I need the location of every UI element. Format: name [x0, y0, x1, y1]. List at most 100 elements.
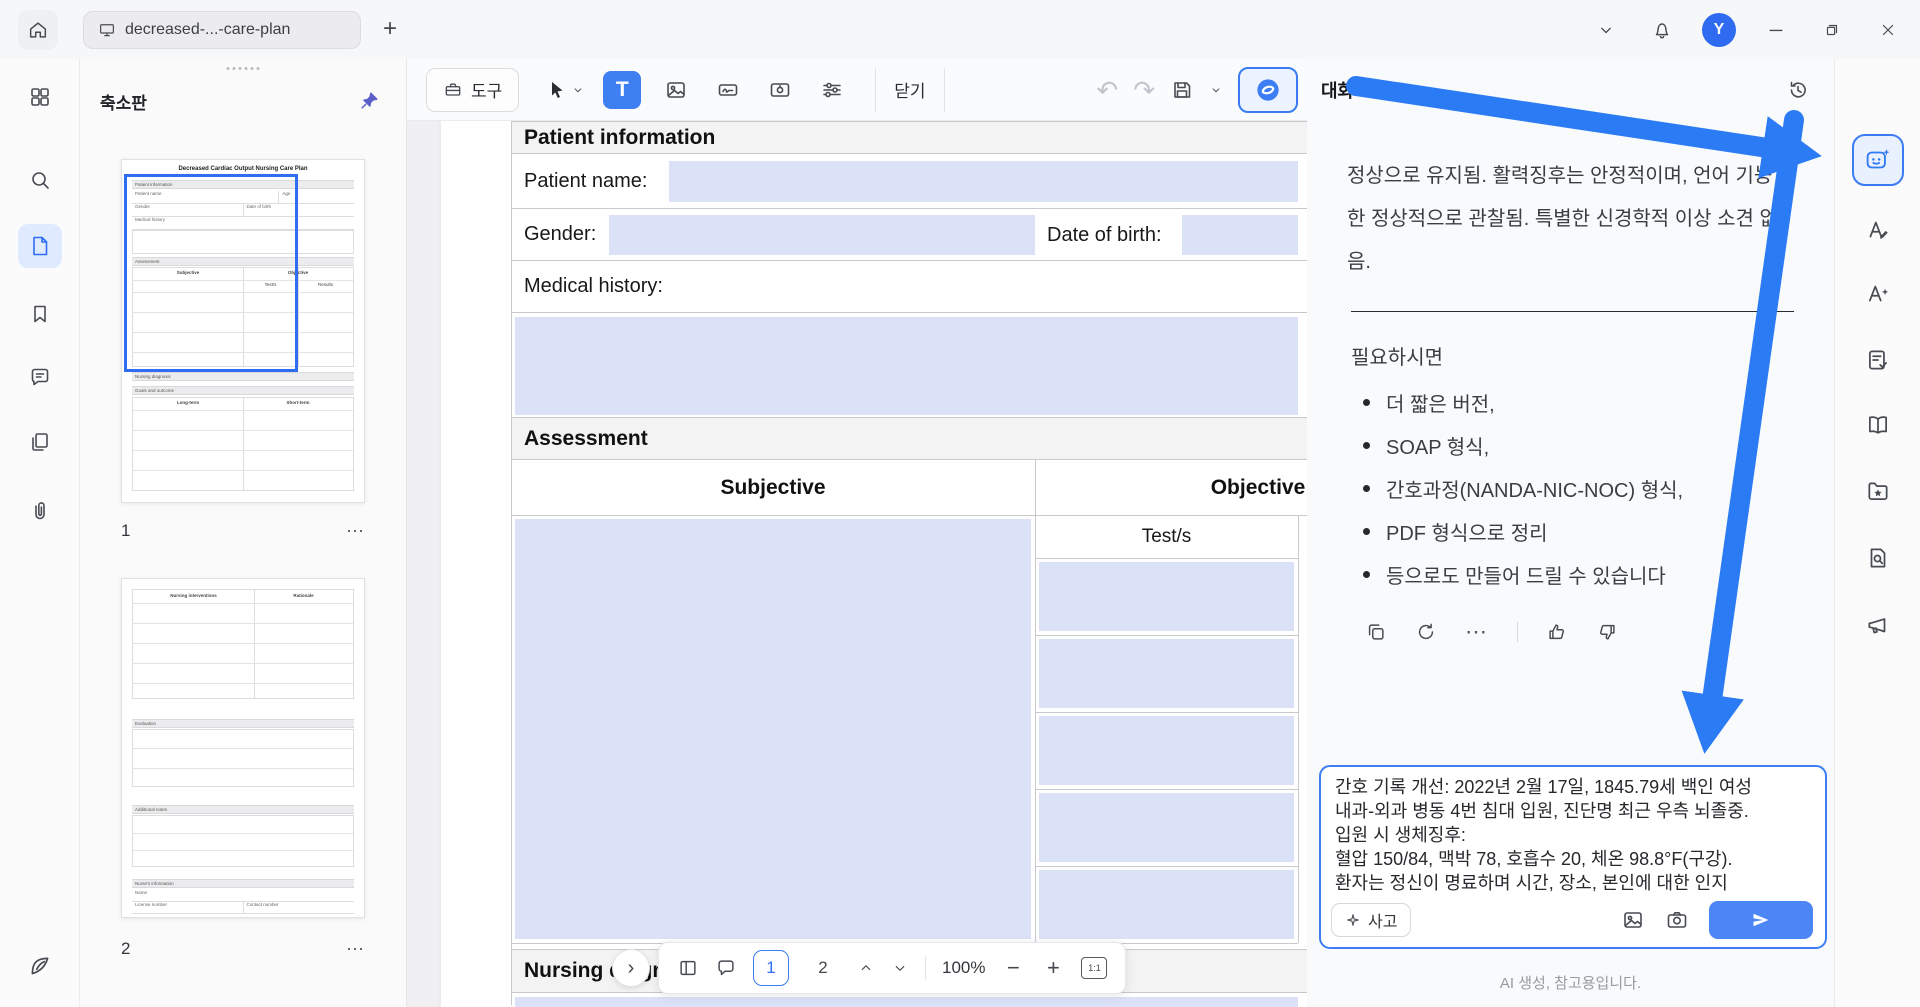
right-sidebar	[1834, 59, 1920, 1007]
more-actions-button[interactable]: ⋯	[1465, 621, 1489, 643]
page-1-button[interactable]: 1	[753, 950, 789, 986]
subjective-field[interactable]	[515, 519, 1031, 939]
save-button[interactable]	[1170, 78, 1194, 102]
patient-name-field[interactable]	[669, 161, 1298, 202]
medical-history-label: Medical history:	[524, 275, 663, 297]
ai-assistant-button[interactable]	[1238, 67, 1298, 113]
expand-toolbar-button[interactable]: ›	[612, 949, 650, 987]
bullet-dot	[1363, 528, 1370, 535]
redo-button[interactable]: ↷	[1133, 77, 1155, 103]
test-field-3[interactable]	[1039, 716, 1294, 785]
image-tool-icon	[664, 78, 688, 102]
next-page-button[interactable]	[891, 959, 909, 977]
dob-field[interactable]	[1182, 215, 1298, 255]
save-menu-button[interactable]	[1209, 83, 1223, 97]
sidebar-item-ai-form[interactable]	[1856, 338, 1900, 382]
monitor-icon	[98, 21, 116, 39]
close-window-button[interactable]	[1872, 14, 1904, 46]
test-field-5[interactable]	[1039, 870, 1294, 939]
copy-button[interactable]	[1365, 621, 1387, 643]
search-icon	[28, 168, 52, 192]
sidebar-item-reader[interactable]	[1856, 403, 1900, 447]
zoom-in-button[interactable]: +	[1041, 955, 1065, 981]
sidebar-item-thumbnails[interactable]	[18, 224, 62, 268]
sidebar-item-ai-files[interactable]	[1856, 469, 1900, 513]
ai-prompt-input[interactable]: 간호 기록 개선: 2022년 2월 17일, 1845.79세 백인 여성 내…	[1335, 775, 1815, 897]
actual-size-button[interactable]: 1:1	[1081, 957, 1108, 979]
user-avatar[interactable]: Y	[1702, 12, 1736, 47]
thumb2-mini-field	[132, 729, 354, 787]
stamp-tool-icon	[768, 78, 792, 102]
document-tab[interactable]: decreased-...-care-plan	[83, 11, 361, 49]
sidebar-item-ai-chat[interactable]	[1851, 134, 1904, 186]
undo-button[interactable]: ↶	[1096, 77, 1118, 103]
signature-tool-button[interactable]	[711, 73, 745, 107]
maximize-button[interactable]	[1816, 14, 1848, 46]
panel-drag-handle[interactable]	[226, 67, 260, 70]
app-logo-button[interactable]	[18, 944, 62, 988]
editor-toolbar: 도구 T 닫기 ↶ ↷	[407, 59, 1307, 121]
medical-history-field[interactable]	[515, 317, 1298, 415]
screenshot-button[interactable]	[1665, 908, 1689, 932]
panel-toggle-button[interactable]	[677, 957, 699, 979]
previous-page-button[interactable]	[857, 959, 875, 977]
thumbnail-viewport-indicator[interactable]	[124, 174, 298, 372]
ai-translate-icon	[1865, 216, 1891, 242]
page-thumbnail-2[interactable]: Nursing interventions Rationale Evaluati…	[121, 578, 365, 918]
new-tab-button[interactable]: +	[374, 13, 406, 45]
window-menu-button[interactable]	[1590, 14, 1622, 46]
grid-icon	[28, 85, 52, 109]
close-editing-button[interactable]: 닫기	[875, 67, 945, 112]
sidebar-item-ai-proofread[interactable]	[1856, 271, 1900, 315]
ai-swirl-icon	[1253, 75, 1283, 105]
bookmark-icon	[28, 302, 52, 326]
thumb1-mini-label: Nursing diagnosis	[132, 372, 354, 381]
zoom-out-button[interactable]: −	[1001, 955, 1025, 981]
page-comment-button[interactable]	[715, 957, 737, 979]
sidebar-item-bookmarks[interactable]	[18, 292, 62, 336]
stamp-tool-button[interactable]	[763, 73, 797, 107]
thumbnail-more-button[interactable]: ⋯	[346, 939, 365, 960]
subjective-column-header: Subjective	[720, 475, 826, 499]
minimize-button[interactable]	[1760, 14, 1792, 46]
sidebar-item-pages[interactable]	[18, 420, 62, 464]
thumbs-up-button[interactable]	[1546, 621, 1568, 643]
minimize-icon	[1766, 20, 1786, 40]
select-tool-button[interactable]	[545, 78, 585, 102]
sidebar-item-comments[interactable]	[18, 355, 62, 399]
test-field-2[interactable]	[1039, 639, 1294, 708]
thumbs-down-button[interactable]	[1596, 621, 1618, 643]
gender-field[interactable]	[609, 215, 1035, 255]
thinking-mode-button[interactable]: 사고	[1331, 903, 1412, 937]
sidebar-item-search[interactable]	[18, 158, 62, 202]
sidebar-item-ai-translate[interactable]	[1856, 207, 1900, 251]
test-field-1[interactable]	[1039, 562, 1294, 631]
page-thumbnail-1[interactable]: Decreased Cardiac Output Nursing Care Pl…	[121, 159, 365, 503]
history-icon	[1786, 78, 1810, 102]
page-2-button[interactable]: 2	[805, 950, 841, 986]
thumbnail-more-button[interactable]: ⋯	[346, 521, 365, 542]
send-icon	[1751, 910, 1771, 930]
history-button[interactable]	[1786, 78, 1810, 102]
panel-toggle-icon	[677, 957, 699, 979]
image-tool-button[interactable]	[659, 73, 693, 107]
file-icon	[28, 234, 52, 258]
ai-panel-title: 대화	[1321, 81, 1355, 101]
notifications-button[interactable]	[1646, 14, 1678, 46]
tools-button[interactable]: 도구	[426, 67, 520, 112]
nursing-diagnosis-field[interactable]	[515, 997, 1298, 1007]
insert-image-button[interactable]	[1621, 908, 1645, 932]
test-field-4[interactable]	[1039, 793, 1294, 862]
sidebar-item-ai-summary[interactable]	[1856, 536, 1900, 580]
sidebar-item-attachments[interactable]	[18, 489, 62, 533]
pin-icon[interactable]	[358, 90, 380, 112]
text-tool-button[interactable]: T	[603, 70, 642, 109]
send-button[interactable]	[1709, 901, 1813, 939]
properties-button[interactable]	[815, 73, 849, 107]
home-button[interactable]	[18, 10, 58, 50]
zoom-level[interactable]: 100%	[942, 958, 985, 978]
sidebar-item-apps[interactable]	[18, 75, 62, 119]
dob-label: Date of birth:	[1047, 223, 1162, 246]
regenerate-button[interactable]	[1415, 621, 1437, 643]
sidebar-item-announcements[interactable]	[1856, 603, 1900, 647]
